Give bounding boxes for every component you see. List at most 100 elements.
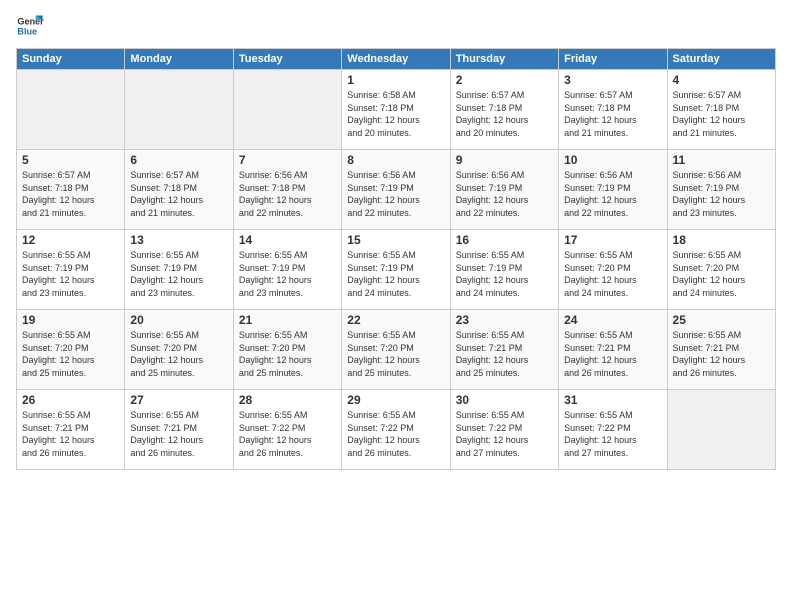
calendar-cell: [667, 390, 775, 470]
calendar-cell: 19 Sunrise: 6:55 AM Sunset: 7:20 PM Dayli…: [17, 310, 125, 390]
day-info: Sunrise: 6:55 AM Sunset: 7:22 PM Dayligh…: [456, 409, 553, 459]
calendar-cell: [233, 70, 341, 150]
day-info: Sunrise: 6:56 AM Sunset: 7:18 PM Dayligh…: [239, 169, 336, 219]
day-number: 8: [347, 153, 444, 167]
day-info: Sunrise: 6:55 AM Sunset: 7:22 PM Dayligh…: [564, 409, 661, 459]
calendar-cell: 23Sunrise: 6:55 AM Sunset: 7:21 PM Dayli…: [450, 310, 558, 390]
day-info: Sunrise: 6:55 AM Sunset: 7:20 PM Dayligh…: [673, 249, 770, 299]
day-info: Sunrise: 6:55 AM Sunset: 7:21 PM Dayligh…: [130, 409, 227, 459]
day-number: 19: [22, 313, 119, 327]
calendar-cell: 6 Sunrise: 6:57 AM Sunset: 7:18 PM Daylig…: [125, 150, 233, 230]
day-number: 13: [130, 233, 227, 247]
day-info: Sunrise: 6:55 AM Sunset: 7:20 PM Dayligh…: [22, 329, 119, 379]
weekday-header-tuesday: Tuesday: [233, 49, 341, 70]
calendar-cell: 26 Sunrise: 6:55 AM Sunset: 7:21 PM Dayli…: [17, 390, 125, 470]
day-info: Sunrise: 6:57 AM Sunset: 7:18 PM Dayligh…: [22, 169, 119, 219]
calendar-cell: 4 Sunrise: 6:57 AM Sunset: 7:18 PM Daylig…: [667, 70, 775, 150]
day-info: Sunrise: 6:55 AM Sunset: 7:22 PM Dayligh…: [347, 409, 444, 459]
calendar-cell: 29 Sunrise: 6:55 AM Sunset: 7:22 PM Dayli…: [342, 390, 450, 470]
weekday-header-row: SundayMondayTuesdayWednesdayThursdayFrid…: [17, 49, 776, 70]
day-info: Sunrise: 6:55 AM Sunset: 7:21 PM Dayligh…: [673, 329, 770, 379]
calendar-cell: 11Sunrise: 6:56 AM Sunset: 7:19 PM Dayli…: [667, 150, 775, 230]
calendar-cell: 1 Sunrise: 6:58 AM Sunset: 7:18 PM Daylig…: [342, 70, 450, 150]
calendar-cell: 14 Sunrise: 6:55 AM Sunset: 7:19 PM Dayli…: [233, 230, 341, 310]
day-number: 14: [239, 233, 336, 247]
day-number: 26: [22, 393, 119, 407]
week-row-5: 26 Sunrise: 6:55 AM Sunset: 7:21 PM Dayli…: [17, 390, 776, 470]
day-number: 2: [456, 73, 553, 87]
week-row-1: 1 Sunrise: 6:58 AM Sunset: 7:18 PM Daylig…: [17, 70, 776, 150]
svg-text:Blue: Blue: [17, 26, 37, 36]
day-info: Sunrise: 6:55 AM Sunset: 7:19 PM Dayligh…: [22, 249, 119, 299]
day-number: 24: [564, 313, 661, 327]
calendar-cell: 31 Sunrise: 6:55 AM Sunset: 7:22 PM Dayli…: [559, 390, 667, 470]
day-number: 23: [456, 313, 553, 327]
day-number: 9: [456, 153, 553, 167]
day-number: 1: [347, 73, 444, 87]
calendar-cell: 5 Sunrise: 6:57 AM Sunset: 7:18 PM Daylig…: [17, 150, 125, 230]
weekday-header-friday: Friday: [559, 49, 667, 70]
calendar-cell: 15 Sunrise: 6:55 AM Sunset: 7:19 PM Dayli…: [342, 230, 450, 310]
day-number: 21: [239, 313, 336, 327]
day-number: 6: [130, 153, 227, 167]
calendar-cell: 24 Sunrise: 6:55 AM Sunset: 7:21 PM Dayli…: [559, 310, 667, 390]
day-info: Sunrise: 6:55 AM Sunset: 7:20 PM Dayligh…: [239, 329, 336, 379]
calendar-cell: 10Sunrise: 6:56 AM Sunset: 7:19 PM Dayli…: [559, 150, 667, 230]
calendar-cell: 7 Sunrise: 6:56 AM Sunset: 7:18 PM Daylig…: [233, 150, 341, 230]
day-number: 16: [456, 233, 553, 247]
header: General Blue: [16, 12, 776, 40]
calendar-cell: 21 Sunrise: 6:55 AM Sunset: 7:20 PM Dayli…: [233, 310, 341, 390]
day-info: Sunrise: 6:55 AM Sunset: 7:21 PM Dayligh…: [22, 409, 119, 459]
day-number: 17: [564, 233, 661, 247]
weekday-header-wednesday: Wednesday: [342, 49, 450, 70]
day-number: 18: [673, 233, 770, 247]
page: General Blue SundayMondayTuesdayWednesda…: [0, 0, 792, 612]
day-number: 29: [347, 393, 444, 407]
calendar-cell: 17 Sunrise: 6:55 AM Sunset: 7:20 PM Dayli…: [559, 230, 667, 310]
day-number: 15: [347, 233, 444, 247]
day-number: 27: [130, 393, 227, 407]
day-number: 5: [22, 153, 119, 167]
day-info: Sunrise: 6:55 AM Sunset: 7:19 PM Dayligh…: [130, 249, 227, 299]
day-info: Sunrise: 6:57 AM Sunset: 7:18 PM Dayligh…: [130, 169, 227, 219]
day-number: 4: [673, 73, 770, 87]
calendar-cell: 20Sunrise: 6:55 AM Sunset: 7:20 PM Dayli…: [125, 310, 233, 390]
calendar-cell: 25 Sunrise: 6:55 AM Sunset: 7:21 PM Dayli…: [667, 310, 775, 390]
day-info: Sunrise: 6:55 AM Sunset: 7:20 PM Dayligh…: [564, 249, 661, 299]
calendar-cell: 13 Sunrise: 6:55 AM Sunset: 7:19 PM Dayli…: [125, 230, 233, 310]
week-row-4: 19 Sunrise: 6:55 AM Sunset: 7:20 PM Dayli…: [17, 310, 776, 390]
weekday-header-monday: Monday: [125, 49, 233, 70]
day-info: Sunrise: 6:56 AM Sunset: 7:19 PM Dayligh…: [347, 169, 444, 219]
calendar-cell: 12 Sunrise: 6:55 AM Sunset: 7:19 PM Dayli…: [17, 230, 125, 310]
day-info: Sunrise: 6:55 AM Sunset: 7:22 PM Dayligh…: [239, 409, 336, 459]
day-info: Sunrise: 6:55 AM Sunset: 7:20 PM Dayligh…: [130, 329, 227, 379]
day-info: Sunrise: 6:57 AM Sunset: 7:18 PM Dayligh…: [456, 89, 553, 139]
day-info: Sunrise: 6:55 AM Sunset: 7:20 PM Dayligh…: [347, 329, 444, 379]
day-number: 28: [239, 393, 336, 407]
day-info: Sunrise: 6:56 AM Sunset: 7:19 PM Dayligh…: [456, 169, 553, 219]
weekday-header-saturday: Saturday: [667, 49, 775, 70]
day-number: 31: [564, 393, 661, 407]
calendar: SundayMondayTuesdayWednesdayThursdayFrid…: [16, 48, 776, 470]
calendar-cell: 27 Sunrise: 6:55 AM Sunset: 7:21 PM Dayli…: [125, 390, 233, 470]
day-info: Sunrise: 6:55 AM Sunset: 7:19 PM Dayligh…: [239, 249, 336, 299]
day-number: 3: [564, 73, 661, 87]
week-row-2: 5 Sunrise: 6:57 AM Sunset: 7:18 PM Daylig…: [17, 150, 776, 230]
calendar-cell: 28 Sunrise: 6:55 AM Sunset: 7:22 PM Dayli…: [233, 390, 341, 470]
calendar-cell: 3 Sunrise: 6:57 AM Sunset: 7:18 PM Daylig…: [559, 70, 667, 150]
day-info: Sunrise: 6:58 AM Sunset: 7:18 PM Dayligh…: [347, 89, 444, 139]
day-info: Sunrise: 6:55 AM Sunset: 7:21 PM Dayligh…: [564, 329, 661, 379]
weekday-header-sunday: Sunday: [17, 49, 125, 70]
calendar-cell: 30 Sunrise: 6:55 AM Sunset: 7:22 PM Dayli…: [450, 390, 558, 470]
day-number: 22: [347, 313, 444, 327]
day-info: Sunrise: 6:55 AM Sunset: 7:19 PM Dayligh…: [347, 249, 444, 299]
day-info: Sunrise: 6:56 AM Sunset: 7:19 PM Dayligh…: [673, 169, 770, 219]
weekday-header-thursday: Thursday: [450, 49, 558, 70]
day-number: 25: [673, 313, 770, 327]
calendar-cell: 18 Sunrise: 6:55 AM Sunset: 7:20 PM Dayli…: [667, 230, 775, 310]
day-info: Sunrise: 6:57 AM Sunset: 7:18 PM Dayligh…: [564, 89, 661, 139]
day-number: 12: [22, 233, 119, 247]
day-number: 30: [456, 393, 553, 407]
day-info: Sunrise: 6:57 AM Sunset: 7:18 PM Dayligh…: [673, 89, 770, 139]
day-number: 7: [239, 153, 336, 167]
